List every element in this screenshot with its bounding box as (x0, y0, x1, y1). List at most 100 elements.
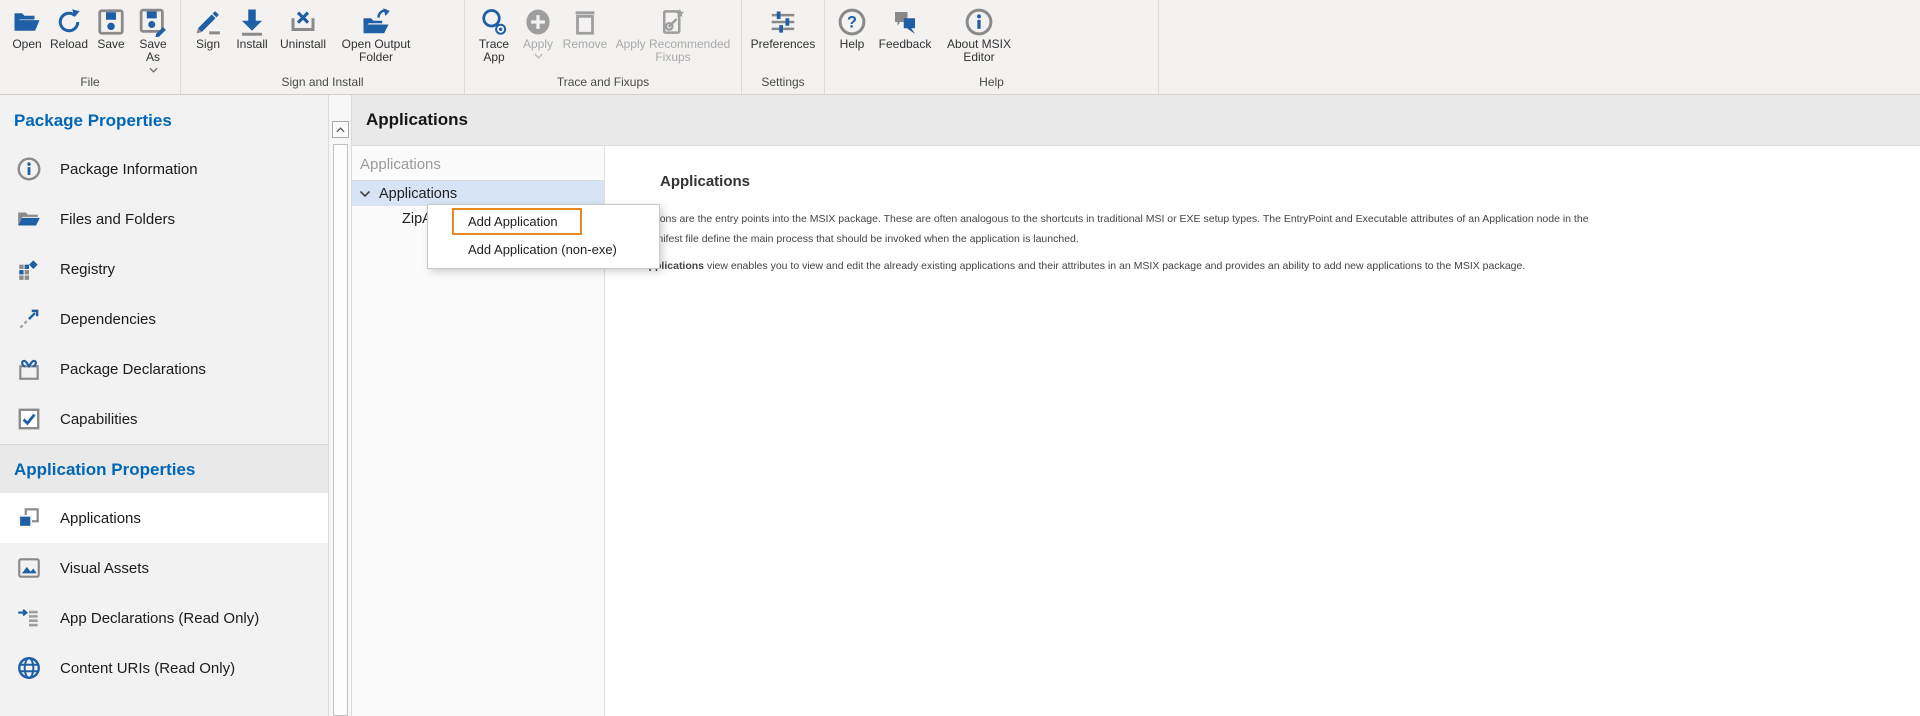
sidebar: Package PropertiesPackage InformationFil… (0, 95, 328, 716)
toolbar-group-trace-and-fixups: Trace App Apply RemoveApply Recommended Fi… (465, 0, 742, 94)
menu-item-label: Add Application (468, 214, 558, 229)
menu-item-label: Add Application (non-exe) (468, 242, 617, 257)
scroll-up-button[interactable] (332, 121, 349, 138)
sidebar-item-dependencies[interactable]: Dependencies (0, 294, 328, 344)
msix-editor-window: OpenReloadSaveSave AsFileSignInstallUnin… (0, 0, 1920, 716)
apply-plus-icon (523, 5, 553, 38)
toolbar-group-label: Sign and Install (181, 75, 464, 94)
button-label: Save As (132, 38, 174, 65)
chevron-down-icon (149, 67, 158, 73)
sidebar-item-registry[interactable]: Registry (0, 244, 328, 294)
uninstall-icon (288, 5, 318, 38)
open-output-folder-button[interactable]: Open Output Folder (331, 3, 421, 65)
paragraph-text: view enables you to view and edit the al… (704, 260, 1525, 272)
content-area: Applications Applications are the entry … (605, 146, 1920, 716)
sidebar-item-content-uris-read-only[interactable]: Content URIs (Read Only) (0, 643, 328, 693)
remove-trash-icon (570, 5, 600, 38)
info-circle-icon (16, 156, 42, 182)
save-as-icon (138, 5, 168, 38)
sidebar-item-label: Visual Assets (60, 560, 149, 577)
apply-recommended-fixups-button: Apply Recommended Fixups (611, 3, 735, 65)
capabilities-icon (16, 406, 42, 432)
sidebar-item-files-and-folders[interactable]: Files and Folders (0, 194, 328, 244)
open-button[interactable]: Open (6, 3, 48, 51)
toolbar-group-label: Settings (742, 75, 824, 94)
sidebar-item-applications[interactable]: Applications (0, 493, 328, 543)
button-label: Apply (523, 38, 553, 51)
content-uris-icon (16, 655, 42, 681)
fixups-icon (658, 5, 688, 38)
feedback-button[interactable]: Feedback (873, 3, 937, 51)
dependencies-icon (16, 306, 42, 332)
save-icon (96, 5, 126, 38)
folder-icon (16, 206, 42, 232)
about-msix-editor-button[interactable]: About MSIX Editor (937, 3, 1021, 65)
toolbar-group-file: OpenReloadSaveSave AsFile (0, 0, 181, 94)
toolbar-group-label: Help (825, 75, 1158, 94)
paragraph-line: Applications are the entry points into t… (620, 209, 1900, 229)
package-declarations-icon (16, 356, 42, 382)
tree-panel-label: Applications (352, 146, 604, 180)
open-output-folder-icon (361, 5, 391, 38)
sidebar-item-label: Package Information (60, 161, 198, 178)
sidebar-item-capabilities[interactable]: Capabilities (0, 394, 328, 444)
sidebar-item-package-declarations[interactable]: Package Declarations (0, 344, 328, 394)
button-label: Preferences (751, 38, 816, 51)
button-label: Open Output Folder (331, 38, 421, 65)
toolbar-group-label: Trace and Fixups (465, 75, 741, 94)
uninstall-button[interactable]: Uninstall (275, 3, 331, 51)
button-label: Trace App (471, 38, 517, 65)
main-panel: Applications Applications Applications Z… (352, 95, 1920, 716)
sidebar-scrollbar[interactable] (328, 95, 352, 716)
button-label: Apply Recommended Fixups (611, 38, 735, 65)
install-arrow-icon (237, 5, 267, 38)
button-label: Uninstall (280, 38, 326, 51)
sidebar-item-app-declarations-read-only[interactable]: App Declarations (Read Only) (0, 593, 328, 643)
description-paragraph: Applications are the entry points into t… (620, 209, 1900, 249)
registry-icon (16, 256, 42, 282)
button-label: Remove (563, 38, 608, 51)
sidebar-item-label: Registry (60, 261, 115, 278)
trace-app-button[interactable]: Trace App (471, 3, 517, 65)
button-label: Save (97, 38, 124, 51)
panel-title: Applications (352, 95, 1920, 146)
description-paragraph: The Applications view enables you to vie… (620, 260, 1900, 272)
preferences-icon (768, 5, 798, 38)
visual-assets-icon (16, 555, 42, 581)
button-label: Help (840, 38, 865, 51)
save-button[interactable]: Save (90, 3, 132, 51)
menu-item-add-application[interactable]: Add Application (428, 207, 659, 236)
chevron-down-icon[interactable] (359, 190, 371, 198)
tree-item-applications[interactable]: Applications (352, 181, 604, 206)
install-button[interactable]: Install (229, 3, 275, 51)
sidebar-item-package-information[interactable]: Package Information (0, 144, 328, 194)
trace-app-icon (479, 5, 509, 38)
about-info-icon (964, 5, 994, 38)
button-label: Sign (196, 38, 220, 51)
applications-icon (16, 505, 42, 531)
save-as-button[interactable]: Save As (132, 3, 174, 73)
sign-pencil-icon (193, 5, 223, 38)
menu-item-add-application-non-exe[interactable]: Add Application (non-exe) (428, 236, 659, 263)
content-heading: Applications (660, 173, 1900, 190)
sign-button[interactable]: Sign (187, 3, 229, 51)
button-label: Feedback (879, 38, 932, 51)
sidebar-item-label: App Declarations (Read Only) (60, 610, 259, 627)
button-label: Open (12, 38, 41, 51)
apply-button: Apply (517, 3, 559, 59)
button-label: About MSIX Editor (937, 38, 1021, 65)
toolbar-group-settings: Preferences Settings (742, 0, 825, 94)
reload-button[interactable]: Reload (48, 3, 90, 51)
preferences-button[interactable]: Preferences (748, 3, 818, 51)
paragraph-line: appxmanifest file define the main proces… (620, 229, 1900, 249)
toolbar-group-sign-and-install: Sign Install Uninstall Open Output Folder Si… (181, 0, 465, 94)
sidebar-item-label: Applications (60, 510, 141, 527)
sidebar-item-label: Content URIs (Read Only) (60, 660, 235, 677)
content-row: Package PropertiesPackage InformationFil… (0, 95, 1920, 716)
help-button[interactable]: ?Help (831, 3, 873, 51)
tree-item-label: Applications (379, 186, 457, 202)
feedback-icon (890, 5, 920, 38)
scrollbar-thumb[interactable] (333, 144, 348, 716)
sidebar-item-label: Files and Folders (60, 211, 175, 228)
sidebar-item-visual-assets[interactable]: Visual Assets (0, 543, 328, 593)
